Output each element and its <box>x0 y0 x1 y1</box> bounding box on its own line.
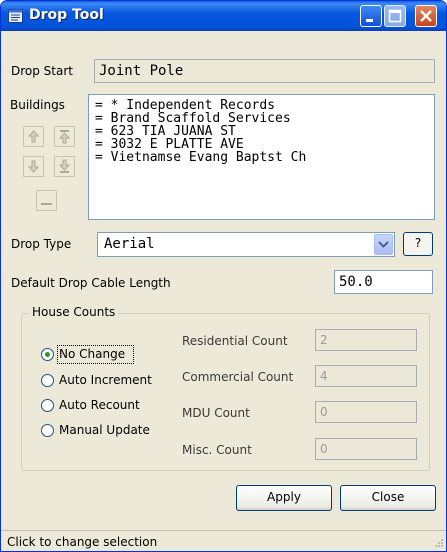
radio-selected-dot <box>45 352 50 357</box>
remove-building-button[interactable] <box>36 190 57 211</box>
arrow-down-icon <box>27 160 40 173</box>
status-bar: Click to change selection <box>1 530 446 551</box>
dash-icon <box>41 203 52 205</box>
misc-count-value: 0 <box>320 442 328 456</box>
drop-start-value: Joint Pole <box>99 63 184 79</box>
cable-length-field[interactable]: 50.0 <box>334 270 433 294</box>
arrow-bottom-icon <box>58 159 71 173</box>
radio-no-change[interactable] <box>41 348 54 361</box>
drop-type-label: Drop Type <box>11 237 72 251</box>
drop-type-value: Aerial <box>104 236 155 252</box>
drop-type-select[interactable]: Aerial <box>97 232 395 257</box>
radio-label-auto-recount[interactable]: Auto Recount <box>59 398 140 412</box>
misc-count-field: 0 <box>315 438 417 460</box>
residential-count-value: 2 <box>320 333 328 347</box>
radio-label-manual-update[interactable]: Manual Update <box>59 423 150 437</box>
mdu-count-value: 0 <box>320 405 328 419</box>
residential-count-field: 2 <box>315 329 417 351</box>
drop-tool-window: Drop Tool Drop Start Joint Pole Building… <box>0 0 447 552</box>
radio-auto-increment[interactable] <box>41 374 54 387</box>
close-window-button[interactable] <box>415 5 437 27</box>
drop-type-dropdown-button[interactable] <box>374 234 393 255</box>
help-button[interactable]: ? <box>403 232 433 256</box>
close-icon <box>420 10 432 22</box>
commercial-count-value: 4 <box>320 369 328 383</box>
drop-start-field: Joint Pole <box>94 59 435 83</box>
apply-button[interactable]: Apply <box>236 485 332 511</box>
arrow-up-icon <box>27 130 40 143</box>
radio-label-auto-increment[interactable]: Auto Increment <box>59 373 152 387</box>
status-text: Click to change selection <box>7 535 158 549</box>
residential-count-label: Residential Count <box>182 334 288 348</box>
drop-start-label: Drop Start <box>11 64 73 78</box>
move-down-button[interactable] <box>23 156 44 177</box>
move-top-button[interactable] <box>54 126 75 147</box>
resize-grip-icon[interactable] <box>432 538 444 550</box>
mdu-count-label: MDU Count <box>182 406 250 420</box>
window-title: Drop Tool <box>29 7 104 23</box>
cable-length-label: Default Drop Cable Length <box>11 276 171 290</box>
maximize-icon <box>388 9 402 23</box>
list-item[interactable]: = Vietnamse Evang Baptst Ch <box>95 151 434 164</box>
buildings-label: Buildings <box>10 98 65 112</box>
chevron-down-icon <box>378 241 389 248</box>
move-bottom-button[interactable] <box>54 156 75 177</box>
minimize-button[interactable] <box>360 5 382 27</box>
house-counts-title: House Counts <box>29 305 119 319</box>
misc-count-label: Misc. Count <box>182 443 252 457</box>
commercial-count-label: Commercial Count <box>182 370 294 384</box>
mdu-count-field: 0 <box>315 401 417 423</box>
buildings-list[interactable]: = * Independent Records = Brand Scaffold… <box>88 94 435 220</box>
commercial-count-field: 4 <box>315 365 417 387</box>
close-button[interactable]: Close <box>340 485 436 511</box>
title-bar[interactable]: Drop Tool <box>1 1 446 31</box>
maximize-button[interactable] <box>384 5 406 27</box>
radio-label-no-change[interactable]: No Change <box>59 347 125 361</box>
radio-auto-recount[interactable] <box>41 399 54 412</box>
move-up-button[interactable] <box>23 126 44 147</box>
window-icon <box>8 9 23 23</box>
radio-manual-update[interactable] <box>41 424 54 437</box>
arrow-top-icon <box>58 130 71 144</box>
minimize-icon <box>366 19 373 22</box>
cable-length-value: 50.0 <box>339 274 373 290</box>
